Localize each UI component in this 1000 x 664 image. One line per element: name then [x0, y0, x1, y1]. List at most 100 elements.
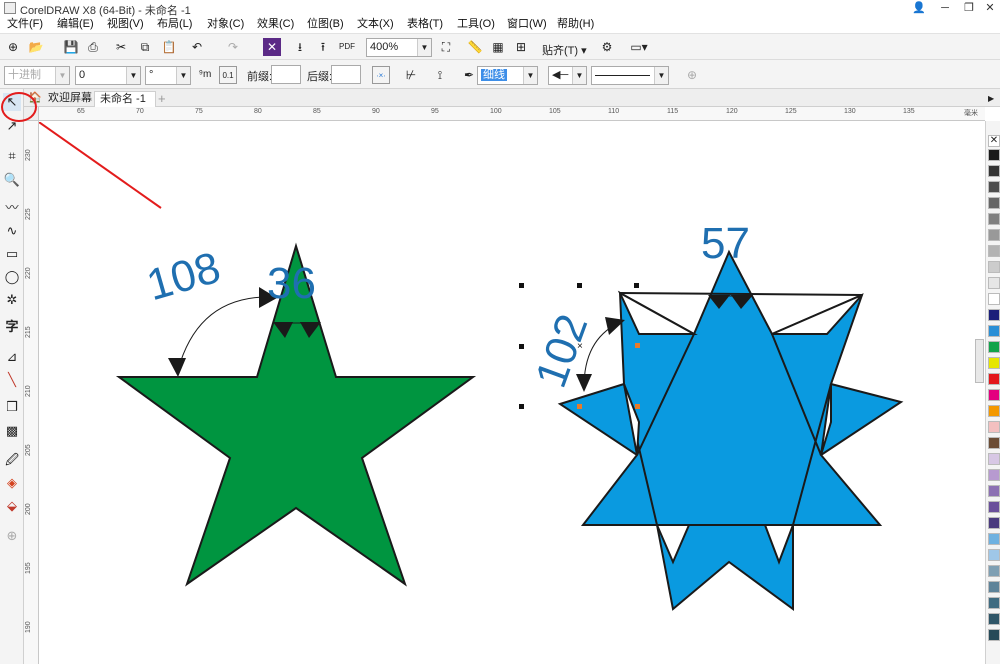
angle-label-36[interactable]: 36	[267, 262, 316, 306]
color-swatch[interactable]	[988, 181, 1000, 193]
scroll-right-icon[interactable]: ▶	[988, 91, 994, 107]
color-swatch[interactable]	[988, 517, 1000, 529]
color-swatch[interactable]	[988, 437, 1000, 449]
color-swatch[interactable]	[988, 277, 1000, 289]
snap-to-menu[interactable]: 贴齐(T) ▾	[542, 42, 587, 58]
extension-lines-icon[interactable]: ⊬	[402, 66, 420, 84]
suffix-input[interactable]	[331, 65, 361, 84]
color-swatch[interactable]	[988, 229, 1000, 241]
dimension-style-select[interactable]: 十进制 ▼	[4, 66, 70, 85]
crop-tool-icon[interactable]: ⌗	[3, 147, 21, 165]
add-quick-customize-icon[interactable]: ⊕	[683, 66, 701, 84]
outline-width-select[interactable]: 细线 ▼	[477, 66, 538, 85]
cut-icon[interactable]: ✂	[112, 38, 130, 56]
import-icon[interactable]: ⭳	[291, 38, 309, 56]
new-document-icon[interactable]: ⊕	[4, 38, 22, 56]
color-swatch[interactable]	[988, 213, 1000, 225]
vertical-scrollbar-thumb[interactable]	[975, 339, 984, 383]
menu-object[interactable]: 对象(C)	[200, 17, 250, 33]
drawing-canvas[interactable]: × 108 36 102 57	[39, 122, 985, 664]
color-swatch[interactable]	[988, 261, 1000, 273]
menu-edit[interactable]: 编辑(E)	[50, 17, 100, 33]
color-swatch[interactable]	[988, 165, 1000, 177]
eyedropper-icon[interactable]: 🖉	[3, 451, 21, 469]
angle-label-57[interactable]: 57	[701, 222, 750, 266]
color-swatch[interactable]	[988, 325, 1000, 337]
application-launcher-icon[interactable]: ▭▾	[630, 38, 648, 56]
color-swatch[interactable]	[988, 245, 1000, 257]
add-tool-icon[interactable]: ⊕	[3, 527, 21, 545]
ellipse-tool-icon[interactable]: ◯	[3, 268, 21, 286]
pdf-export-icon[interactable]: PDF	[338, 38, 356, 56]
open-icon[interactable]: 📂	[27, 38, 45, 56]
color-swatch[interactable]	[988, 485, 1000, 497]
menu-tools[interactable]: 工具(O)	[450, 17, 500, 33]
tab-welcome-screen[interactable]: 欢迎屏幕	[44, 91, 96, 107]
paste-icon[interactable]: 📋	[160, 38, 178, 56]
menu-effects[interactable]: 效果(C)	[250, 17, 300, 33]
smart-fill-icon[interactable]: ⬙	[3, 497, 21, 515]
menu-window[interactable]: 窗口(W)	[500, 17, 550, 33]
add-tab-button[interactable]: +	[158, 91, 166, 107]
dynamic-dimensioning-icon[interactable]: 0.1	[219, 66, 237, 84]
save-icon[interactable]: 💾	[62, 38, 80, 56]
export-icon[interactable]: ⭱	[314, 38, 332, 56]
menu-file[interactable]: 文件(F)	[0, 17, 50, 33]
options-gear-icon[interactable]: ⚙	[598, 38, 616, 56]
color-swatch[interactable]	[988, 469, 1000, 481]
leader-line-icon[interactable]: ⟟	[431, 66, 449, 84]
tab-document[interactable]: 未命名 -1	[94, 91, 156, 107]
undo-icon[interactable]: ↶	[188, 38, 206, 56]
profile-icon[interactable]: 👤	[906, 0, 932, 16]
color-swatch[interactable]	[988, 357, 1000, 369]
color-swatch[interactable]	[988, 613, 1000, 625]
full-screen-icon[interactable]: ⛶	[437, 38, 455, 56]
menu-help[interactable]: 帮助(H)	[550, 17, 600, 33]
color-swatch[interactable]	[988, 149, 1000, 161]
interactive-fill-icon[interactable]: ◈	[3, 474, 21, 492]
color-swatch[interactable]	[988, 405, 1000, 417]
parallel-dimension-icon[interactable]: ⊿	[3, 348, 21, 366]
menu-view[interactable]: 视图(V)	[100, 17, 150, 33]
text-position-icon[interactable]: ∙×∙	[372, 66, 390, 84]
freehand-tool-icon[interactable]: 〰	[3, 199, 21, 217]
start-arrowhead-select[interactable]: ◀─ ▼	[548, 66, 587, 85]
minimize-button[interactable]: ─	[932, 0, 958, 16]
color-swatch[interactable]	[988, 629, 1000, 641]
color-swatch[interactable]	[988, 581, 1000, 593]
show-rulers-icon[interactable]: 📏	[466, 38, 484, 56]
rectangle-tool-icon[interactable]: ▭	[3, 245, 21, 263]
drop-shadow-icon[interactable]: ❒	[3, 398, 21, 416]
zoom-tool-icon[interactable]: 🔍	[3, 171, 21, 189]
color-swatch[interactable]	[988, 309, 1000, 321]
show-grid-icon[interactable]: ▦	[489, 38, 507, 56]
redo-icon[interactable]: ↷	[224, 38, 242, 56]
color-swatch[interactable]	[988, 597, 1000, 609]
dimension-precision-select[interactable]: 0 ▼	[75, 66, 141, 85]
artistic-media-icon[interactable]: ∿	[3, 222, 21, 240]
no-fill-swatch[interactable]: ✕	[988, 135, 1000, 147]
print-icon[interactable]: ⎙	[84, 38, 102, 56]
color-swatch[interactable]	[988, 533, 1000, 545]
color-swatch[interactable]	[988, 501, 1000, 513]
menu-layout[interactable]: 布局(L)	[150, 17, 200, 33]
search-content-icon[interactable]: ✕	[263, 38, 281, 56]
menu-table[interactable]: 表格(T)	[400, 17, 450, 33]
color-swatch[interactable]	[988, 549, 1000, 561]
color-swatch[interactable]	[988, 389, 1000, 401]
text-tool-icon[interactable]: 字	[3, 318, 21, 336]
color-swatch[interactable]	[988, 565, 1000, 577]
prefix-input[interactable]	[271, 65, 301, 84]
copy-icon[interactable]: ⧉	[136, 38, 154, 56]
close-button[interactable]: ✕	[977, 0, 1000, 16]
show-guidelines-icon[interactable]: ⊞	[512, 38, 530, 56]
color-swatch[interactable]	[988, 373, 1000, 385]
horizontal-ruler[interactable]: 65 70 75 80 85 90 95 100 105 110 115 120 125 130 135 毫米	[39, 107, 985, 121]
menu-bitmaps[interactable]: 位图(B)	[300, 17, 350, 33]
color-swatch[interactable]	[988, 421, 1000, 433]
color-swatch[interactable]	[988, 293, 1000, 305]
pen-outline-icon[interactable]: ✒	[460, 66, 478, 84]
color-swatch[interactable]	[988, 341, 1000, 353]
menu-text[interactable]: 文本(X)	[350, 17, 400, 33]
color-swatch[interactable]	[988, 197, 1000, 209]
